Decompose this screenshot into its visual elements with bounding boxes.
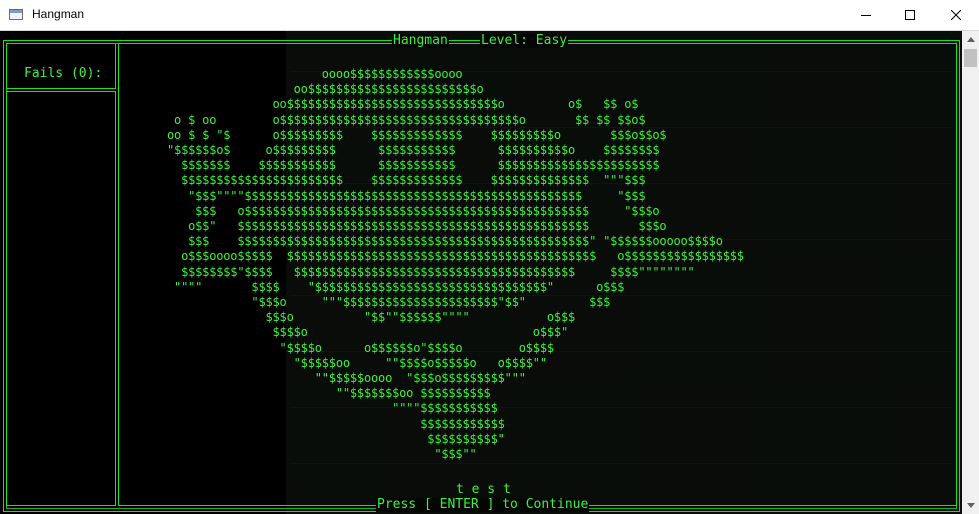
scroll-down-button[interactable] (962, 497, 979, 514)
close-button[interactable] (933, 0, 979, 30)
guessed-letters-panel (6, 91, 116, 506)
scrollbar-thumb[interactable] (964, 49, 977, 67)
window-title: Hangman (32, 7, 85, 21)
vertical-scrollbar[interactable] (962, 31, 979, 514)
ascii-art-smiley: oooo$$$$$$$$$$$$oooo oo$$$$$$$$$$$$$$$$$… (167, 67, 744, 462)
level-label: Level: Easy (480, 33, 569, 48)
game-title: Hangman (392, 33, 449, 48)
close-icon (951, 10, 961, 20)
maximize-icon (905, 10, 915, 20)
secret-word: t e s t (456, 482, 511, 497)
window-title-bar[interactable]: Hangman (0, 0, 979, 31)
minimize-button[interactable] (843, 0, 889, 30)
fails-counter: Fails (0): (24, 66, 103, 81)
continue-prompt: Press [ ENTER ] to Continue (376, 497, 590, 512)
chevron-up-icon (966, 37, 975, 42)
console-window-icon (9, 9, 23, 20)
minimize-icon (861, 15, 871, 16)
maximize-button[interactable] (887, 0, 933, 30)
scroll-up-button[interactable] (962, 31, 979, 48)
chevron-down-icon (966, 503, 975, 508)
console-area[interactable]: Hangman Level: Easy Fails (0): oooo$$$$$… (0, 31, 962, 514)
